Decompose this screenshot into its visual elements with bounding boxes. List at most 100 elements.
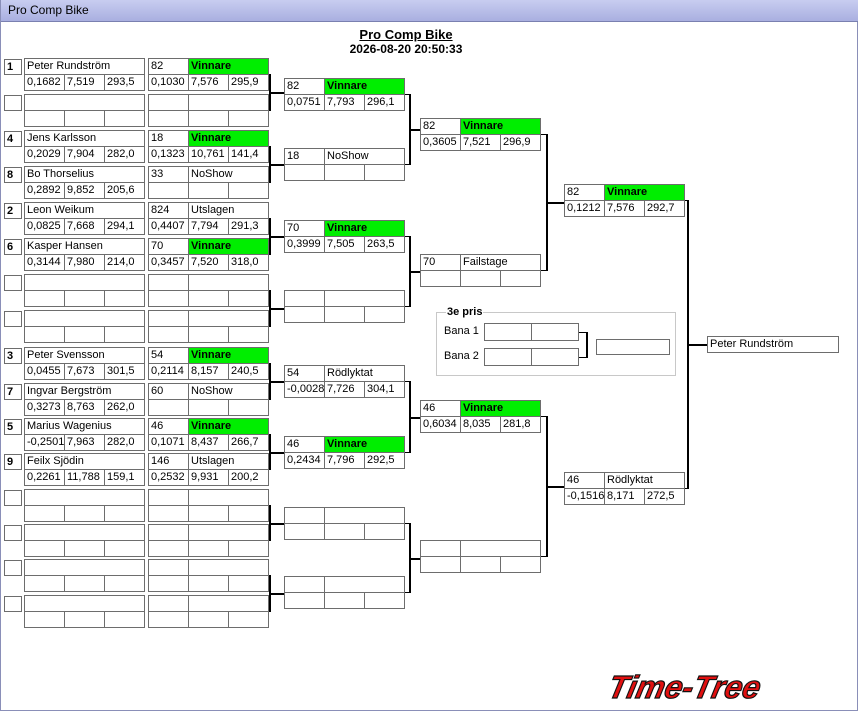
bike-number: 824 (148, 202, 189, 219)
speed: 262,0 (104, 399, 145, 416)
round4-entry-speed (500, 556, 541, 573)
reaction-time: 0,1682 (24, 74, 65, 91)
seed-box[interactable] (4, 596, 22, 612)
elapsed-time-2: 7,576 (188, 74, 229, 91)
seed-box[interactable]: 7 (4, 384, 22, 400)
bike-number: 146 (148, 453, 189, 470)
elapsed-time-2 (188, 611, 229, 628)
seed-box[interactable]: 5 (4, 419, 22, 435)
racer-name (24, 559, 145, 576)
reaction-time (24, 575, 65, 592)
speed: 159,1 (104, 469, 145, 486)
reaction-time-2 (148, 611, 189, 628)
status-cell (188, 310, 269, 327)
seed-box[interactable] (4, 275, 22, 291)
elapsed-time-2 (188, 290, 229, 307)
round5-entry-number: 82 (564, 184, 605, 201)
seed-box[interactable] (4, 560, 22, 576)
speed: 282,0 (104, 434, 145, 451)
round3-entry-et: 7,726 (324, 381, 365, 398)
status-cell: Vinnare (188, 58, 269, 75)
round4-entry-et (460, 556, 501, 573)
round4-entry-status: Vinnare (460, 118, 541, 135)
speed-2: 200,2 (228, 469, 269, 486)
third-prize-result (596, 339, 670, 355)
racer-name (24, 94, 145, 111)
round3-entry-status: Vinnare (324, 78, 405, 95)
status-cell: Vinnare (188, 347, 269, 364)
status-cell (188, 94, 269, 111)
reaction-time-2: 0,1030 (148, 74, 189, 91)
seed-box[interactable]: 4 (4, 131, 22, 147)
round4-entry-number: 70 (420, 254, 461, 271)
bracket-line (546, 202, 564, 204)
speed (104, 540, 145, 557)
bracket-board: Pro Comp Bike 2026-08-20 20:50:33 3e pri… (1, 22, 857, 710)
page-datetime: 2026-08-20 20:50:33 (349, 42, 463, 56)
speed-2 (228, 290, 269, 307)
elapsed-time: 7,668 (64, 218, 105, 235)
bike-number: 82 (148, 58, 189, 75)
round3-entry-speed (364, 592, 405, 609)
status-cell: Utslagen (188, 453, 269, 470)
seed-box[interactable] (4, 490, 22, 506)
bracket-line (269, 164, 284, 166)
round4-entry-rt: 0,3605 (420, 134, 461, 151)
round4-entry-status: Failstage (460, 254, 541, 271)
bracket-line (409, 129, 420, 131)
round3-entry-status: NoShow (324, 148, 405, 165)
elapsed-time-2: 9,931 (188, 469, 229, 486)
seed-box[interactable]: 1 (4, 59, 22, 75)
elapsed-time-2: 8,437 (188, 434, 229, 451)
bike-number (148, 559, 189, 576)
title-bar: Pro Comp Bike (1, 0, 858, 22)
round3-entry-rt: 0,2434 (284, 452, 325, 469)
speed-2 (228, 611, 269, 628)
app-window: Pro Comp Bike Pro Comp Bike 2026-08-20 2… (0, 0, 858, 711)
elapsed-time (64, 290, 105, 307)
bike-number: 70 (148, 238, 189, 255)
round3-entry-et (324, 592, 365, 609)
bracket-line (269, 308, 284, 310)
reaction-time: 0,2892 (24, 182, 65, 199)
status-cell: Vinnare (188, 238, 269, 255)
seed-box[interactable]: 9 (4, 454, 22, 470)
bracket-line (269, 523, 284, 525)
round3-entry-speed (364, 164, 405, 181)
bracket-line (409, 417, 420, 419)
reaction-time (24, 540, 65, 557)
speed: 294,1 (104, 218, 145, 235)
round3-entry-rt: -0,0028 (284, 381, 325, 398)
speed-2 (228, 505, 269, 522)
round4-entry-rt (420, 270, 461, 287)
round3-entry-number (284, 507, 325, 524)
seed-box[interactable]: 2 (4, 203, 22, 219)
seed-box[interactable]: 3 (4, 348, 22, 364)
lane2-input[interactable] (484, 348, 532, 366)
seed-box[interactable] (4, 311, 22, 327)
speed: 205,6 (104, 182, 145, 199)
seed-box[interactable] (4, 525, 22, 541)
lane1-input[interactable] (484, 323, 532, 341)
speed-2 (228, 540, 269, 557)
page-title: Pro Comp Bike (359, 27, 453, 42)
bike-number (148, 489, 189, 506)
seed-box[interactable] (4, 95, 22, 111)
seed-box[interactable]: 8 (4, 167, 22, 183)
reaction-time (24, 290, 65, 307)
speed-2: 318,0 (228, 254, 269, 271)
round3-entry-rt (284, 592, 325, 609)
round3-entry-number (284, 576, 325, 593)
reaction-time-2 (148, 505, 189, 522)
seed-box[interactable]: 6 (4, 239, 22, 255)
round3-entry-number: 82 (284, 78, 325, 95)
bike-number: 54 (148, 347, 189, 364)
round3-entry-et (324, 523, 365, 540)
round3-entry-number: 54 (284, 365, 325, 382)
elapsed-time-2 (188, 505, 229, 522)
elapsed-time (64, 611, 105, 628)
bracket-line (687, 344, 707, 346)
round3-entry-speed (364, 523, 405, 540)
elapsed-time-2 (188, 326, 229, 343)
reaction-time: 0,0825 (24, 218, 65, 235)
